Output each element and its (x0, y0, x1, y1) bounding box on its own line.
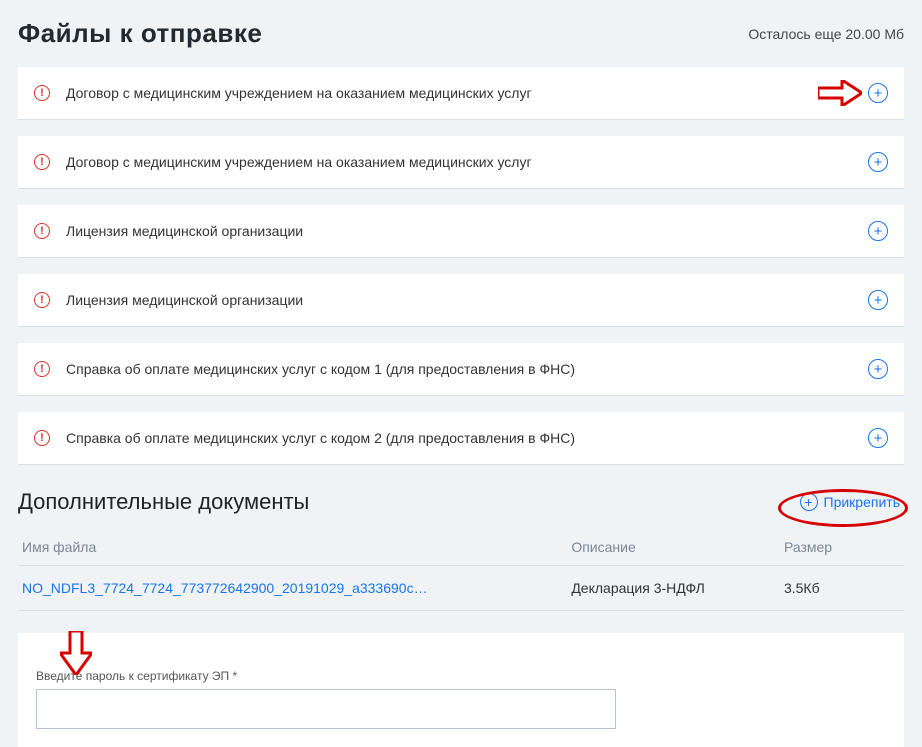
attach-button[interactable]: + Прикрепить (800, 493, 900, 511)
file-label: Договор с медицинским учреждением на ока… (66, 85, 532, 101)
file-left: ! Лицензия медицинской организации (34, 223, 303, 239)
add-file-icon[interactable]: + (868, 152, 888, 172)
file-card: ! Лицензия медицинской организации + (18, 274, 904, 327)
attach-label: Прикрепить (824, 494, 900, 510)
file-card: ! Справка об оплате медицинских услуг с к… (18, 412, 904, 465)
file-label: Справка об оплате медицинских услуг с ко… (66, 361, 575, 377)
plus-icon: + (800, 493, 818, 511)
file-link[interactable]: NO_NDFL3_7724_7724_773772642900_20191029… (22, 580, 428, 596)
password-input[interactable] (36, 689, 616, 729)
file-left: ! Справка об оплате медицинских услуг с к… (34, 361, 575, 377)
page-title: Файлы к отправке (18, 18, 262, 49)
additional-title: Дополнительные документы (18, 489, 309, 515)
warning-icon: ! (34, 430, 50, 446)
file-label: Лицензия медицинской организации (66, 223, 303, 239)
warning-icon: ! (34, 85, 50, 101)
password-block: Введите пароль к сертификату ЭП * (18, 633, 904, 747)
password-label: Введите пароль к сертификату ЭП * (36, 669, 886, 683)
file-card: ! Лицензия медицинской организации + (18, 205, 904, 258)
remaining-space: Осталось еще 20.00 Мб (748, 26, 904, 42)
attachments-table: Имя файла Описание Размер NO_NDFL3_7724_… (18, 529, 904, 611)
additional-header: Дополнительные документы + Прикрепить (18, 481, 904, 525)
file-left: ! Договор с медицинским учреждением на ок… (34, 85, 532, 101)
col-header-desc: Описание (567, 529, 780, 566)
warning-icon: ! (34, 292, 50, 308)
file-card: ! Договор с медицинским учреждением на ок… (18, 67, 904, 120)
additional-documents-section: Дополнительные документы + Прикрепить Им… (18, 481, 904, 611)
col-header-size: Размер (780, 529, 904, 566)
add-file-icon[interactable]: + (868, 290, 888, 310)
file-left: ! Договор с медицинским учреждением на ок… (34, 154, 532, 170)
add-file-icon[interactable]: + (868, 83, 888, 103)
files-list: ! Договор с медицинским учреждением на ок… (18, 67, 904, 465)
add-file-icon[interactable]: + (868, 221, 888, 241)
table-row: NO_NDFL3_7724_7724_773772642900_20191029… (18, 566, 904, 611)
warning-icon: ! (34, 154, 50, 170)
file-size: 3.5Кб (780, 566, 904, 611)
warning-icon: ! (34, 361, 50, 377)
add-file-icon[interactable]: + (868, 359, 888, 379)
file-left: ! Справка об оплате медицинских услуг с к… (34, 430, 575, 446)
file-left: ! Лицензия медицинской организации (34, 292, 303, 308)
file-label: Справка об оплате медицинских услуг с ко… (66, 430, 575, 446)
file-label: Лицензия медицинской организации (66, 292, 303, 308)
header-row: Файлы к отправке Осталось еще 20.00 Мб (18, 18, 904, 49)
warning-icon: ! (34, 223, 50, 239)
add-file-icon[interactable]: + (868, 428, 888, 448)
annotation-arrow-right (818, 80, 862, 106)
file-card: ! Справка об оплате медицинских услуг с к… (18, 343, 904, 396)
file-description: Декларация 3-НДФЛ (567, 566, 780, 611)
col-header-name: Имя файла (18, 529, 567, 566)
file-card: ! Договор с медицинским учреждением на ок… (18, 136, 904, 189)
file-label: Договор с медицинским учреждением на ока… (66, 154, 532, 170)
